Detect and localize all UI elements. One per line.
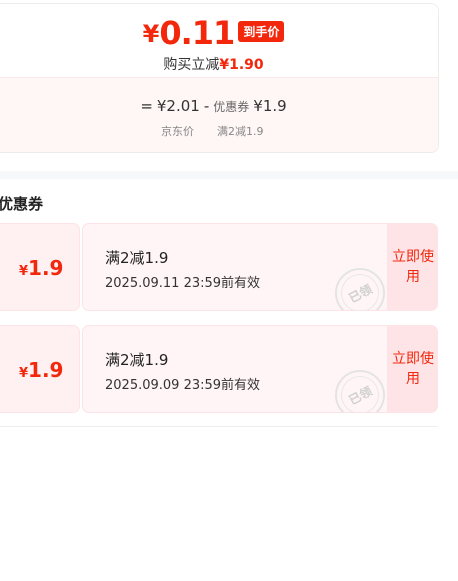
final-price-value: 0.11 (159, 14, 235, 52)
coupon-amount-value: 1.9 (28, 358, 64, 382)
final-price-line: ¥0.11 到手价 (0, 14, 438, 52)
formula-equals: = (140, 97, 153, 115)
original-price-caption: 京东价 (161, 125, 194, 138)
coupon-card[interactable]: ¥1.9 满2减1.9 2025.09.09 23:59前有效 已领 立即使用 (0, 325, 438, 413)
claimed-stamp-icon: 已领 (334, 369, 386, 412)
coupon-expiry: 2025.09.09 23:59前有效 (105, 378, 261, 393)
final-price-area: ¥0.11 到手价 购买立减¥1.90 (0, 4, 438, 76)
price-formula: = ¥2.01- 优惠券 ¥1.9 (0, 97, 438, 115)
coupon-amount: ¥1.9 (19, 256, 63, 280)
coupon-currency: ¥ (19, 264, 29, 279)
coupon-deduction-caption: 满2减1.9 (217, 125, 264, 138)
use-now-button[interactable]: 立即使用 (388, 325, 438, 413)
coupon-amount-panel: ¥1.9 (0, 325, 80, 413)
final-price-badge: 到手价 (238, 21, 285, 42)
coupon-amount-panel: ¥1.9 (0, 223, 80, 311)
instant-discount-label: 购买立减 (163, 57, 220, 73)
coupon-card[interactable]: ¥1.9 满2减1.9 2025.09.11 23:59前有效 已领 立即使用 (0, 223, 438, 311)
coupon-amount-value: 1.9 (28, 256, 64, 280)
list-divider (0, 426, 437, 427)
coupon-title: 满2减1.9 (105, 351, 169, 369)
claimed-stamp-icon: 已领 (334, 267, 386, 310)
coupon-expiry: 2025.09.11 23:59前有效 (105, 276, 261, 291)
final-price-currency: ¥ (142, 20, 160, 48)
coupon-amount: ¥1.9 (19, 358, 63, 382)
coupon-deduction-label: 优惠券 (213, 100, 250, 114)
original-price: ¥2.01 (156, 97, 200, 115)
coupon-currency: ¥ (19, 366, 29, 381)
price-formula-area: = ¥2.01- 优惠券 ¥1.9 京东价 满2减1.9 (0, 77, 438, 152)
coupon-info-panel: 满2减1.9 2025.09.11 23:59前有效 已领 (82, 223, 388, 311)
instant-discount-amount: ¥1.90 (219, 57, 264, 73)
instant-discount-line: 购买立减¥1.90 (0, 54, 438, 74)
price-breakdown-card: ¥0.11 到手价 购买立减¥1.90 = ¥2.01- 优惠券 ¥1.9 京东价 满2… (0, 3, 439, 153)
coupon-deduction-value: ¥1.9 (253, 97, 287, 115)
section-separator (0, 171, 458, 179)
claimed-stamp-text: 已领 (334, 369, 386, 412)
formula-minus: - (203, 97, 210, 115)
coupon-section-title: 优惠券 (0, 195, 44, 213)
use-now-button[interactable]: 立即使用 (388, 223, 438, 311)
claimed-stamp-text: 已领 (334, 267, 386, 310)
coupon-info-panel: 满2减1.9 2025.09.09 23:59前有效 已领 (82, 325, 388, 413)
coupon-title: 满2减1.9 (105, 249, 169, 267)
